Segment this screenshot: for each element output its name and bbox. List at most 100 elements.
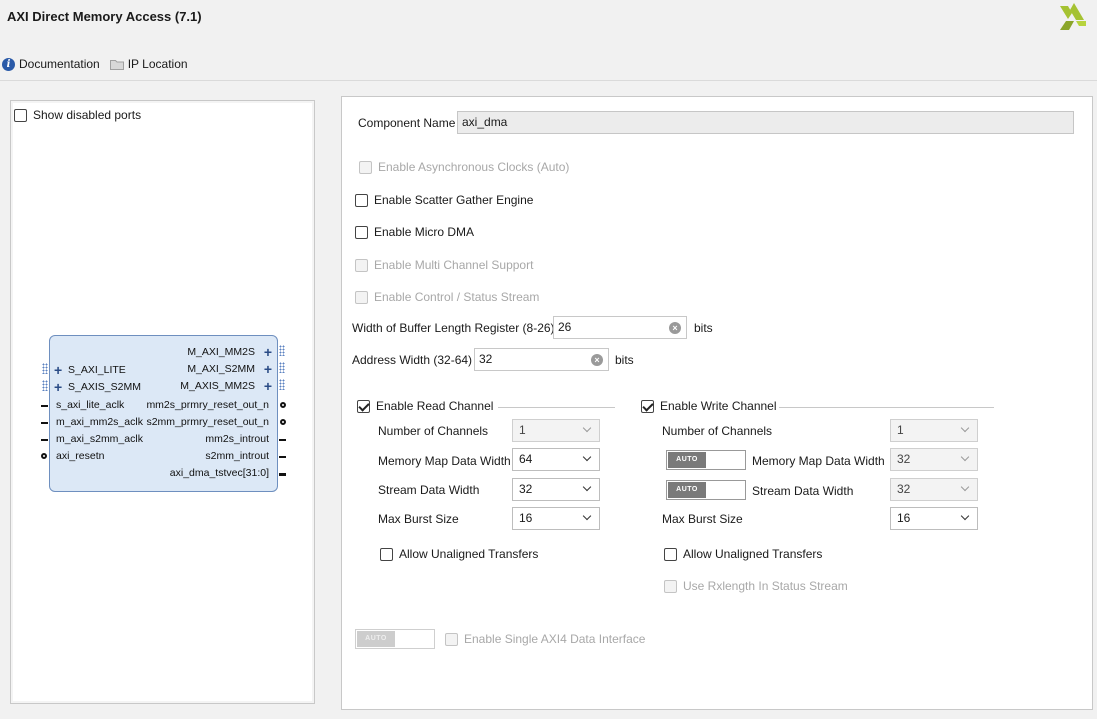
clear-icon[interactable]: × <box>591 354 603 366</box>
bus-pin-line <box>279 473 286 476</box>
read-channel-checkbox[interactable] <box>357 399 370 413</box>
active-low-bubble-icon <box>280 402 286 408</box>
async-clocks-checkbox <box>359 160 372 174</box>
enable-write-channel[interactable]: Enable Write Channel <box>641 399 777 413</box>
read-unaligned-option[interactable]: Allow Unaligned Transfers <box>380 547 538 561</box>
write-stream-width-label: Stream Data Width <box>752 484 854 498</box>
write-unaligned-checkbox[interactable] <box>664 547 677 561</box>
chevron-down-icon <box>582 511 592 521</box>
write-unaligned-option[interactable]: Allow Unaligned Transfers <box>664 547 822 561</box>
write-num-channels-select: 1 <box>890 419 978 442</box>
component-name-label: Component Name <box>358 116 456 130</box>
xilinx-logo-icon <box>1060 3 1086 30</box>
expand-plus-icon[interactable]: + <box>264 345 272 359</box>
folder-icon <box>109 59 124 70</box>
port-s2mm-introut: s2mm_introut <box>205 450 269 462</box>
bus-connector-icon <box>279 379 285 390</box>
read-num-channels-label: Number of Channels <box>378 424 489 438</box>
bus-connector-icon <box>42 363 48 374</box>
write-mm-width-select: 32 <box>890 448 978 471</box>
pin-line <box>41 422 48 424</box>
single-axi4-checkbox <box>445 632 458 646</box>
write-num-channels-label: Number of Channels <box>662 424 773 438</box>
write-mm-width-label: Memory Map Data Width <box>752 454 885 468</box>
expand-plus-icon[interactable]: + <box>54 363 62 377</box>
read-burst-select[interactable]: 16 <box>512 507 600 530</box>
chevron-down-icon <box>960 452 970 462</box>
pin-line <box>41 405 48 407</box>
read-burst-label: Max Burst Size <box>378 512 459 526</box>
rxlength-option: Use Rxlength In Status Stream <box>664 579 848 593</box>
pin-line <box>279 439 286 441</box>
port-s-axi-lite: S_AXI_LITE <box>68 364 126 376</box>
port-m-axi-mm2s: M_AXI_MM2S <box>187 346 255 358</box>
port-m-axi-mm2s-aclk: m_axi_mm2s_aclk <box>56 416 143 428</box>
rxlength-checkbox <box>664 579 677 593</box>
port-m-axis-mm2s: M_AXIS_MM2S <box>180 380 255 392</box>
pin-line <box>41 439 48 441</box>
expand-plus-icon[interactable]: + <box>264 379 272 393</box>
component-name-field[interactable]: axi_dma <box>457 111 1074 134</box>
active-low-bubble-icon <box>280 419 286 425</box>
enable-read-channel[interactable]: Enable Read Channel <box>357 399 493 413</box>
read-num-channels-select: 1 <box>512 419 600 442</box>
bus-connector-icon <box>279 362 285 373</box>
single-axi4-option: Enable Single AXI4 Data Interface <box>445 632 645 646</box>
micro-dma-checkbox[interactable] <box>355 225 368 239</box>
header-divider <box>0 80 1097 81</box>
single-axi4-auto-toggle: AUTO <box>355 629 435 649</box>
port-m-axi-s2mm: M_AXI_S2MM <box>187 363 255 375</box>
ip-location-link[interactable]: IP Location <box>109 57 188 71</box>
option-multi-channel: Enable Multi Channel Support <box>355 258 533 272</box>
address-width-label: Address Width (32-64) <box>352 353 473 367</box>
page-title: AXI Direct Memory Access (7.1) <box>7 9 202 24</box>
chevron-down-icon <box>582 423 592 433</box>
buffer-length-label: Width of Buffer Length Register (8-26) <box>352 321 555 335</box>
ip-block: + S_AXI_LITE + S_AXIS_S2MM s_axi_lite_ac… <box>41 335 286 492</box>
show-disabled-ports-checkbox[interactable] <box>14 108 27 122</box>
option-async-clocks: Enable Asynchronous Clocks (Auto) <box>359 160 569 174</box>
documentation-link[interactable]: i Documentation <box>2 57 100 71</box>
expand-plus-icon[interactable]: + <box>54 380 62 394</box>
top-links: i Documentation IP Location <box>2 57 188 71</box>
chevron-down-icon <box>582 452 592 462</box>
read-stream-width-label: Stream Data Width <box>378 483 480 497</box>
write-group-divider <box>779 407 994 408</box>
multi-channel-checkbox <box>355 258 368 272</box>
port-axi-dma-tstvec: axi_dma_tstvec[31:0] <box>169 467 269 479</box>
clear-icon[interactable]: × <box>669 322 681 334</box>
read-mm-width-select[interactable]: 64 <box>512 448 600 471</box>
read-unaligned-checkbox[interactable] <box>380 547 393 561</box>
write-stream-width-select: 32 <box>890 478 978 501</box>
chevron-down-icon <box>960 511 970 521</box>
chevron-down-icon <box>960 482 970 492</box>
port-m-axi-s2mm-aclk: m_axi_s2mm_aclk <box>56 433 143 445</box>
write-burst-label: Max Burst Size <box>662 512 743 526</box>
buffer-length-unit: bits <box>694 321 713 335</box>
port-mm2s-introut: mm2s_introut <box>205 433 269 445</box>
write-channel-checkbox[interactable] <box>641 399 654 413</box>
pin-line <box>279 456 286 458</box>
port-axi-resetn: axi_resetn <box>56 450 105 462</box>
port-s-axis-s2mm: S_AXIS_S2MM <box>68 381 141 393</box>
chevron-down-icon <box>960 423 970 433</box>
chevron-down-icon <box>582 482 592 492</box>
read-group-divider <box>498 407 615 408</box>
read-stream-width-select[interactable]: 32 <box>512 478 600 501</box>
address-width-input[interactable]: 32 × <box>474 348 609 371</box>
bus-connector-icon <box>279 345 285 356</box>
option-micro-dma[interactable]: Enable Micro DMA <box>355 225 474 239</box>
scatter-gather-checkbox[interactable] <box>355 193 368 207</box>
write-mm-width-auto-toggle[interactable]: AUTO <box>666 450 746 470</box>
expand-plus-icon[interactable]: + <box>264 362 272 376</box>
option-scatter-gather[interactable]: Enable Scatter Gather Engine <box>355 193 533 207</box>
control-status-checkbox <box>355 290 368 304</box>
write-burst-select[interactable]: 16 <box>890 507 978 530</box>
address-width-unit: bits <box>615 353 634 367</box>
read-mm-width-label: Memory Map Data Width <box>378 454 511 468</box>
write-stream-width-auto-toggle[interactable]: AUTO <box>666 480 746 500</box>
show-disabled-ports-toggle[interactable]: Show disabled ports <box>14 108 141 122</box>
port-s2mm-prmry-reset-out-n: s2mm_prmry_reset_out_n <box>146 416 269 428</box>
port-mm2s-prmry-reset-out-n: mm2s_prmry_reset_out_n <box>146 399 269 411</box>
buffer-length-input[interactable]: 26 × <box>553 316 687 339</box>
